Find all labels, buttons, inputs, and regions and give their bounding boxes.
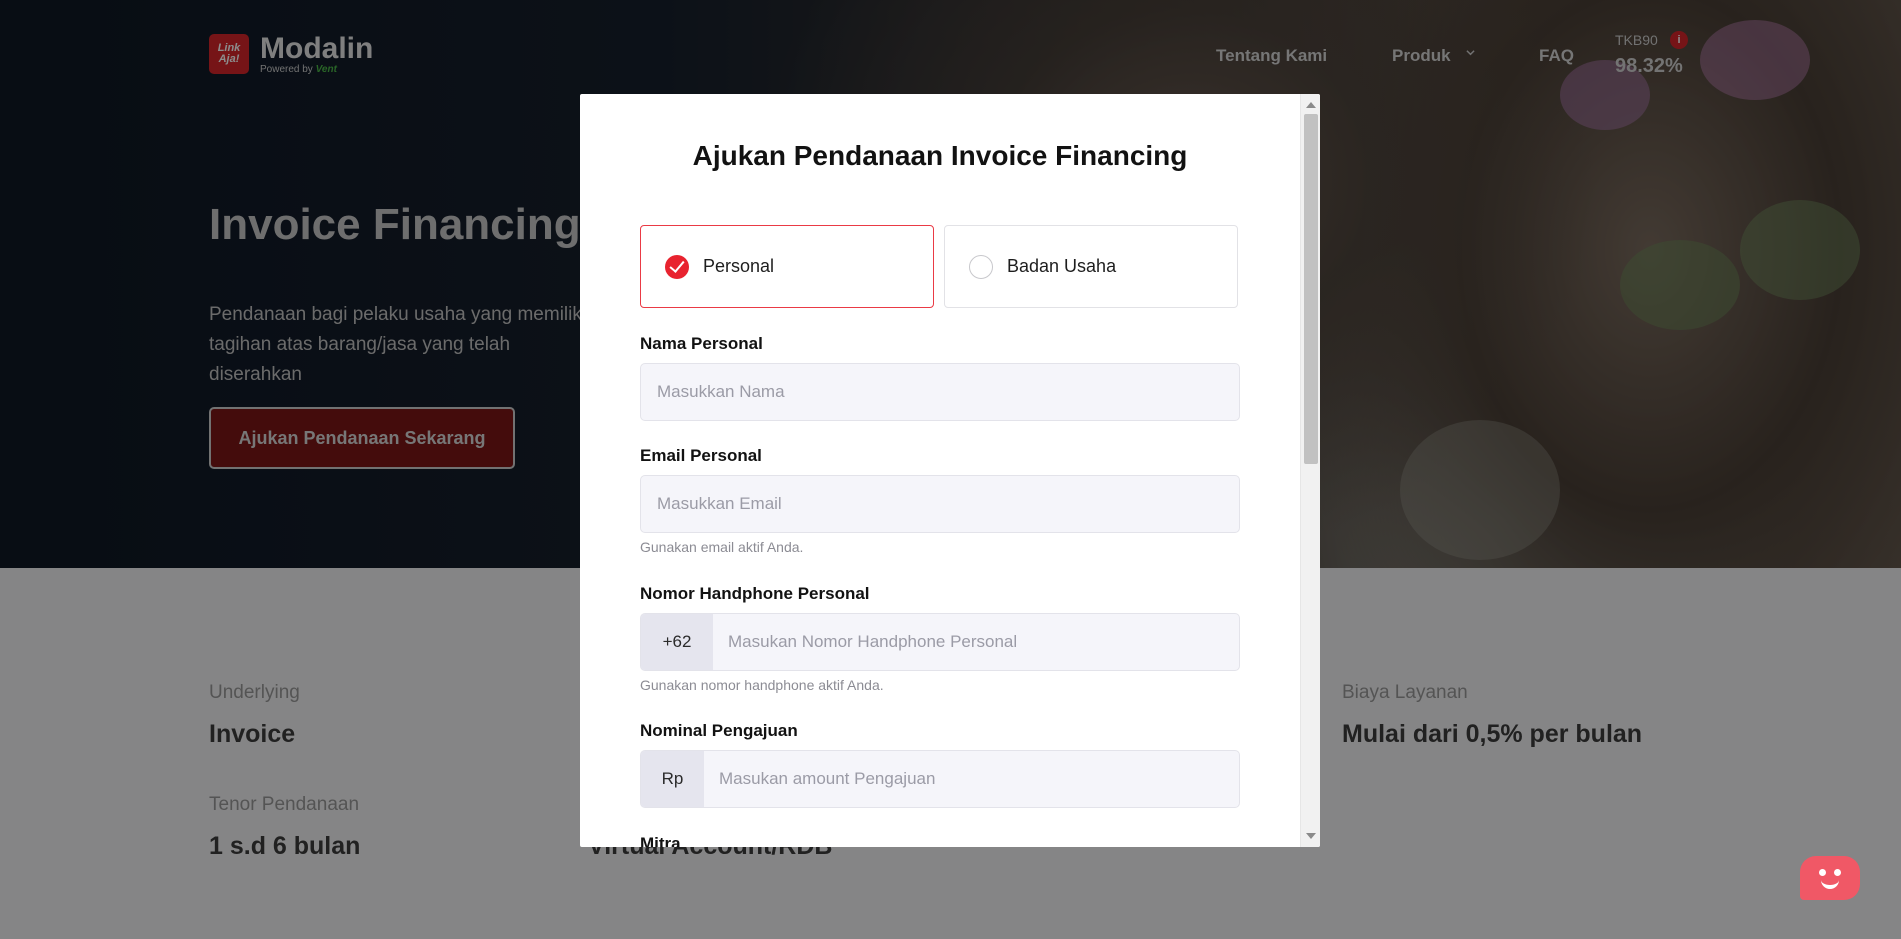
phone-field: +62 [640,613,1240,671]
name-label: Nama Personal [640,334,763,353]
chat-bot-icon [1834,869,1841,876]
phone-prefix: +62 [641,614,713,670]
check-icon[interactable] [665,255,689,279]
modal-content[interactable]: Ajukan Pendanaan Invoice Financing Perso… [580,94,1300,847]
modal-scrollbar[interactable] [1300,94,1320,847]
amount-label: Nominal Pengajuan [640,721,798,740]
email-help-text: Gunakan email aktif Anda. [640,539,804,555]
radio-icon[interactable] [969,255,993,279]
partner-label: Mitra [640,834,681,847]
chat-bot-icon [1819,869,1826,876]
phone-help-text: Gunakan nomor handphone aktif Anda. [640,677,884,693]
amount-input[interactable] [719,751,1229,807]
type-option-business-label: Badan Usaha [1007,256,1117,276]
name-input[interactable] [640,363,1240,421]
modal-title: Ajukan Pendanaan Invoice Financing [692,140,1188,171]
type-option-personal-label: Personal [703,256,775,276]
phone-label: Nomor Handphone Personal [640,584,870,603]
phone-input[interactable] [728,614,1228,670]
type-option-personal[interactable]: Personal [640,225,934,308]
chat-bot-icon [1821,880,1839,889]
invoice-financing-modal: Ajukan Pendanaan Invoice Financing Perso… [580,94,1320,847]
type-option-business[interactable]: Badan Usaha [944,225,1238,308]
scroll-down-arrow-icon[interactable] [1306,833,1316,839]
scroll-up-arrow-icon[interactable] [1306,102,1316,108]
amount-prefix: Rp [641,751,704,807]
scrollbar-thumb[interactable] [1304,114,1318,464]
email-input[interactable] [640,475,1240,533]
chat-bot-button[interactable] [1800,856,1860,900]
email-label: Email Personal [640,446,762,465]
amount-field: Rp [640,750,1240,808]
